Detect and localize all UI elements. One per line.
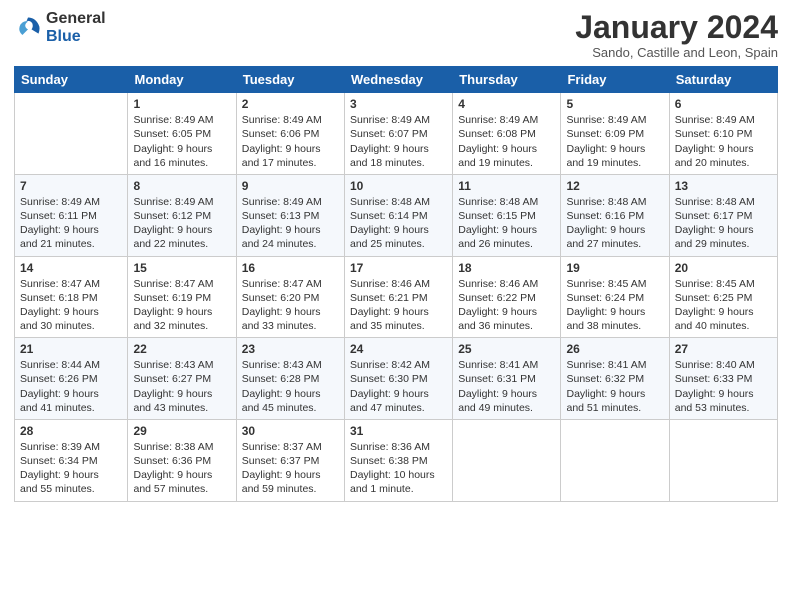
location: Sando, Castille and Leon, Spain bbox=[575, 45, 778, 60]
cell-w5-mon: 29 Sunrise: 8:38 AM Sunset: 6:36 PM Dayl… bbox=[128, 419, 236, 501]
cell-w3-fri: 19 Sunrise: 8:45 AM Sunset: 6:24 PM Dayl… bbox=[561, 256, 669, 338]
day-number: 1 bbox=[133, 97, 230, 111]
page-header: General Blue January 2024 Sando, Castill… bbox=[14, 10, 778, 60]
col-saturday: Saturday bbox=[669, 67, 777, 93]
cell-w2-tue: 9 Sunrise: 8:49 AM Sunset: 6:13 PM Dayli… bbox=[236, 174, 344, 256]
logo-icon bbox=[14, 14, 42, 42]
cell-w1-fri: 5 Sunrise: 8:49 AM Sunset: 6:09 PM Dayli… bbox=[561, 93, 669, 175]
col-tuesday: Tuesday bbox=[236, 67, 344, 93]
week-row-2: 7 Sunrise: 8:49 AM Sunset: 6:11 PM Dayli… bbox=[15, 174, 778, 256]
col-wednesday: Wednesday bbox=[344, 67, 452, 93]
logo-general: General bbox=[46, 10, 106, 28]
day-number: 2 bbox=[242, 97, 339, 111]
week-row-5: 28 Sunrise: 8:39 AM Sunset: 6:34 PM Dayl… bbox=[15, 419, 778, 501]
cell-sunset: Sunset: 6:05 PM bbox=[133, 127, 230, 141]
cell-w3-sat: 20 Sunrise: 8:45 AM Sunset: 6:25 PM Dayl… bbox=[669, 256, 777, 338]
cell-w2-mon: 8 Sunrise: 8:49 AM Sunset: 6:12 PM Dayli… bbox=[128, 174, 236, 256]
col-thursday: Thursday bbox=[453, 67, 561, 93]
cell-w4-mon: 22 Sunrise: 8:43 AM Sunset: 6:27 PM Dayl… bbox=[128, 338, 236, 420]
cell-w2-fri: 12 Sunrise: 8:48 AM Sunset: 6:16 PM Dayl… bbox=[561, 174, 669, 256]
cell-w5-sat bbox=[669, 419, 777, 501]
cell-w1-sat: 6 Sunrise: 8:49 AM Sunset: 6:10 PM Dayli… bbox=[669, 93, 777, 175]
col-monday: Monday bbox=[128, 67, 236, 93]
cell-w3-thu: 18 Sunrise: 8:46 AM Sunset: 6:22 PM Dayl… bbox=[453, 256, 561, 338]
cell-w2-sun: 7 Sunrise: 8:49 AM Sunset: 6:11 PM Dayli… bbox=[15, 174, 128, 256]
day-number: 4 bbox=[458, 97, 555, 111]
cell-w3-tue: 16 Sunrise: 8:47 AM Sunset: 6:20 PM Dayl… bbox=[236, 256, 344, 338]
page-container: General Blue January 2024 Sando, Castill… bbox=[0, 0, 792, 510]
cell-w2-sat: 13 Sunrise: 8:48 AM Sunset: 6:17 PM Dayl… bbox=[669, 174, 777, 256]
week-row-1: 1 Sunrise: 8:49 AM Sunset: 6:05 PM Dayli… bbox=[15, 93, 778, 175]
cell-w5-thu bbox=[453, 419, 561, 501]
week-row-3: 14 Sunrise: 8:47 AM Sunset: 6:18 PM Dayl… bbox=[15, 256, 778, 338]
cell-sunrise: Sunrise: 8:49 AM bbox=[133, 113, 230, 127]
header-row: Sunday Monday Tuesday Wednesday Thursday… bbox=[15, 67, 778, 93]
month-title: January 2024 bbox=[575, 10, 778, 45]
day-number: 3 bbox=[350, 97, 447, 111]
cell-w1-thu: 4 Sunrise: 8:49 AM Sunset: 6:08 PM Dayli… bbox=[453, 93, 561, 175]
cell-w2-thu: 11 Sunrise: 8:48 AM Sunset: 6:15 PM Dayl… bbox=[453, 174, 561, 256]
cell-w5-fri bbox=[561, 419, 669, 501]
logo-blue: Blue bbox=[46, 28, 106, 46]
cell-w1-mon: 1 Sunrise: 8:49 AM Sunset: 6:05 PM Dayli… bbox=[128, 93, 236, 175]
cell-w4-sat: 27 Sunrise: 8:40 AM Sunset: 6:33 PM Dayl… bbox=[669, 338, 777, 420]
cell-w4-fri: 26 Sunrise: 8:41 AM Sunset: 6:32 PM Dayl… bbox=[561, 338, 669, 420]
col-sunday: Sunday bbox=[15, 67, 128, 93]
cell-w3-mon: 15 Sunrise: 8:47 AM Sunset: 6:19 PM Dayl… bbox=[128, 256, 236, 338]
cell-w1-wed: 3 Sunrise: 8:49 AM Sunset: 6:07 PM Dayli… bbox=[344, 93, 452, 175]
cell-w4-sun: 21 Sunrise: 8:44 AM Sunset: 6:26 PM Dayl… bbox=[15, 338, 128, 420]
calendar-table: Sunday Monday Tuesday Wednesday Thursday… bbox=[14, 66, 778, 501]
cell-w5-sun: 28 Sunrise: 8:39 AM Sunset: 6:34 PM Dayl… bbox=[15, 419, 128, 501]
cell-w1-tue: 2 Sunrise: 8:49 AM Sunset: 6:06 PM Dayli… bbox=[236, 93, 344, 175]
cell-w4-wed: 24 Sunrise: 8:42 AM Sunset: 6:30 PM Dayl… bbox=[344, 338, 452, 420]
cell-w1-sun bbox=[15, 93, 128, 175]
day-number: 5 bbox=[566, 97, 663, 111]
cell-daylight1: Daylight: 9 hours bbox=[133, 142, 230, 156]
week-row-4: 21 Sunrise: 8:44 AM Sunset: 6:26 PM Dayl… bbox=[15, 338, 778, 420]
cell-w4-tue: 23 Sunrise: 8:43 AM Sunset: 6:28 PM Dayl… bbox=[236, 338, 344, 420]
logo: General Blue bbox=[14, 10, 106, 45]
day-number: 6 bbox=[675, 97, 772, 111]
cell-w5-tue: 30 Sunrise: 8:37 AM Sunset: 6:37 PM Dayl… bbox=[236, 419, 344, 501]
logo-text: General Blue bbox=[46, 10, 106, 45]
cell-w2-wed: 10 Sunrise: 8:48 AM Sunset: 6:14 PM Dayl… bbox=[344, 174, 452, 256]
cell-w5-wed: 31 Sunrise: 8:36 AM Sunset: 6:38 PM Dayl… bbox=[344, 419, 452, 501]
cell-w3-wed: 17 Sunrise: 8:46 AM Sunset: 6:21 PM Dayl… bbox=[344, 256, 452, 338]
cell-w4-thu: 25 Sunrise: 8:41 AM Sunset: 6:31 PM Dayl… bbox=[453, 338, 561, 420]
title-section: January 2024 Sando, Castille and Leon, S… bbox=[575, 10, 778, 60]
cell-w3-sun: 14 Sunrise: 8:47 AM Sunset: 6:18 PM Dayl… bbox=[15, 256, 128, 338]
cell-daylight2: and 16 minutes. bbox=[133, 156, 230, 170]
col-friday: Friday bbox=[561, 67, 669, 93]
